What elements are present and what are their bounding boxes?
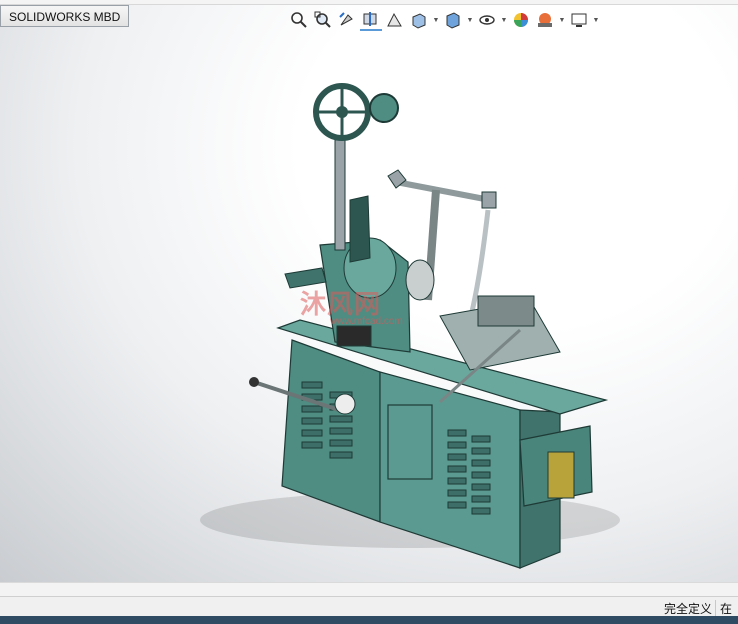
previous-view-icon[interactable]: [336, 10, 358, 30]
overhead-rod: [395, 179, 491, 203]
display-style-icon[interactable]: [442, 10, 464, 30]
view-settings-icon[interactable]: [568, 10, 590, 30]
cabinet-door: [387, 404, 433, 480]
taskbar-strip: [0, 616, 738, 624]
chuck: [405, 259, 435, 301]
turret: [477, 295, 535, 327]
belt-column: [334, 139, 346, 251]
control-panel-plate: [547, 451, 575, 499]
watermark-url: www.mfcad.com: [330, 316, 403, 327]
zoom-to-area-icon[interactable]: [312, 10, 334, 30]
display-style-dropdown-icon[interactable]: ▼: [466, 10, 474, 30]
heads-up-view-toolbar: ▼ ▼ ▼ ▼ ▼: [288, 9, 600, 31]
chip-guard: [349, 195, 371, 263]
dynamic-annotation-views-icon[interactable]: [384, 10, 406, 30]
definition-status: 完全定义: [663, 602, 712, 616]
switch-panel: [336, 325, 372, 347]
edit-appearance-icon[interactable]: [510, 10, 532, 30]
horizontal-scrollbar[interactable]: [0, 582, 738, 597]
status-bar: 完全定义 在: [0, 596, 738, 617]
hide-show-dropdown-icon[interactable]: ▼: [500, 10, 508, 30]
apply-scene-dropdown-icon[interactable]: ▼: [558, 10, 566, 30]
section-view-icon[interactable]: [360, 9, 382, 31]
pulley: [369, 93, 399, 123]
apply-scene-icon[interactable]: [534, 10, 556, 30]
view-orientation-dropdown-icon[interactable]: ▼: [432, 10, 440, 30]
mbd-tab[interactable]: SOLIDWORKS MBD: [0, 5, 130, 27]
view-orientation-icon[interactable]: [408, 10, 430, 30]
hide-show-items-icon[interactable]: [476, 10, 498, 30]
view-settings-dropdown-icon[interactable]: ▼: [592, 10, 600, 30]
zoom-to-fit-icon[interactable]: [288, 10, 310, 30]
edit-status: 在: [715, 600, 738, 617]
graphics-viewport[interactable]: 沐风网 www.mfcad.com SOLIDWORKS MBD ▼ ▼ ▼ ▼…: [0, 0, 738, 582]
